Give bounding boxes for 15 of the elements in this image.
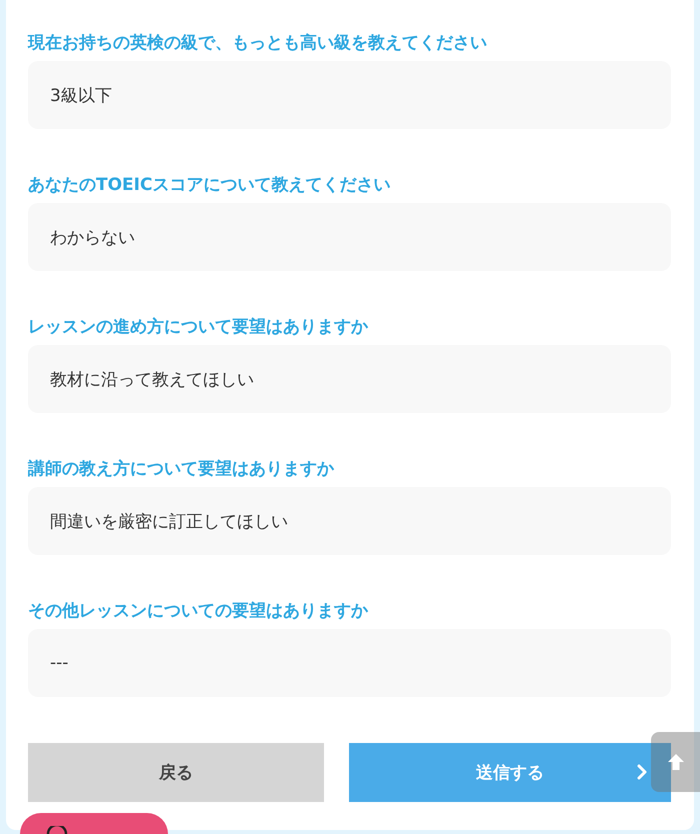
answer-value: 間違いを厳密に訂正してほしい: [28, 487, 671, 555]
answer-value: 教材に沿って教えてほしい: [28, 345, 671, 413]
answer-value: ---: [28, 629, 671, 697]
up-arrow-icon: [666, 752, 686, 772]
question-label: 現在お持ちの英検の級で、もっとも高い級を教えてください: [28, 32, 488, 55]
question-label: 講師の教え方について要望はありますか: [28, 458, 335, 481]
question-label: あなたのTOEICスコアについて教えてください: [28, 174, 392, 197]
chevron-right-icon: [636, 764, 647, 780]
answer-value: 3級以下: [28, 61, 671, 129]
back-button[interactable]: 戻る: [28, 743, 324, 802]
scroll-to-top-button[interactable]: [651, 732, 700, 792]
question-label: レッスンの進め方について要望はありますか: [28, 316, 369, 339]
answer-value: わからない: [28, 203, 671, 271]
question-label: その他レッスンについての要望はありますか: [28, 600, 369, 623]
floating-button[interactable]: [20, 813, 168, 834]
